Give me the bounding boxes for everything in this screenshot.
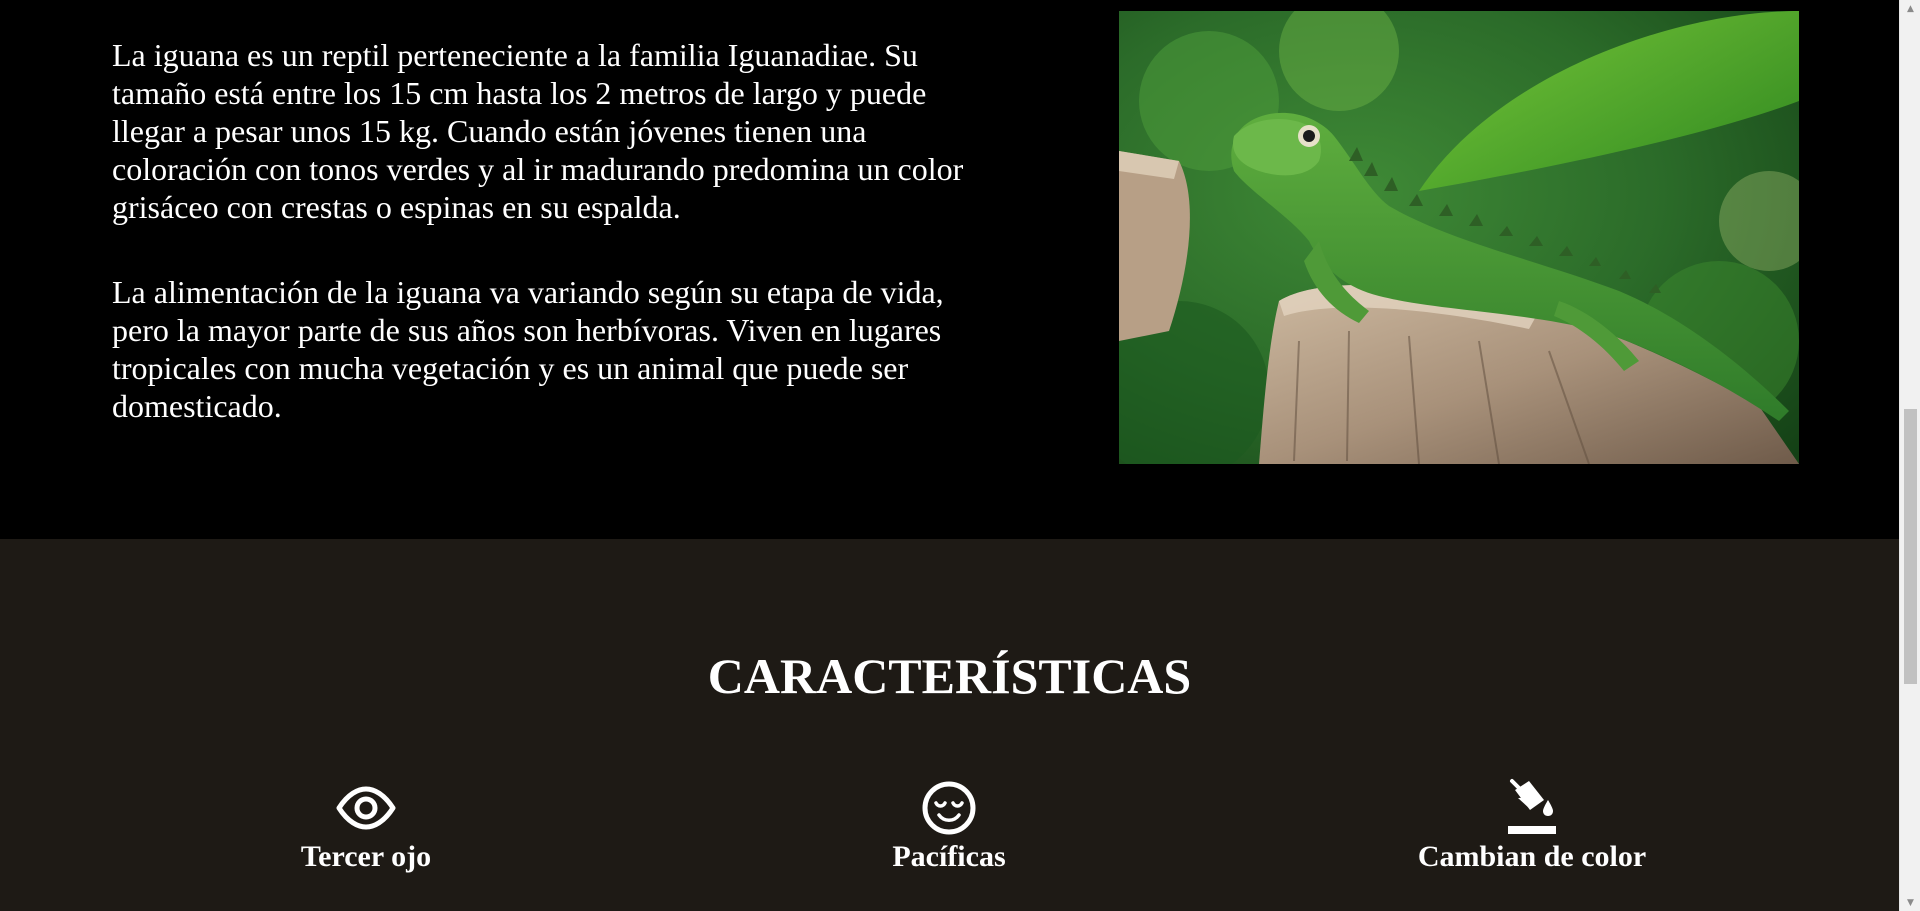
features-title: CARACTERÍSTICAS: [707, 648, 1192, 704]
intro-text: La iguana es un reptil perteneciente a l…: [112, 36, 987, 472]
vertical-scrollbar[interactable]: ▲ ▼: [1899, 0, 1920, 911]
feature-label: Cambian de color: [1417, 840, 1647, 873]
intro-paragraph-2: La alimentación de la iguana va variando…: [112, 274, 944, 424]
eye-icon: [336, 786, 396, 830]
paint-bucket-icon: [1508, 779, 1556, 834]
iguana-photo-illustration: [1119, 11, 1799, 464]
page: La iguana es un reptil perteneciente a l…: [0, 0, 1920, 911]
page-viewport: La iguana es un reptil perteneciente a l…: [0, 0, 1899, 911]
intro-paragraph-1: La iguana es un reptil perteneciente a l…: [112, 37, 964, 225]
feature-label: Pacíficas: [892, 840, 1006, 873]
feature-label: Tercer ojo: [300, 840, 432, 873]
intro-section: La iguana es un reptil perteneciente a l…: [0, 0, 1899, 539]
features-section: CARACTERÍSTICAS Tercer ojo Pacíficas Cam…: [0, 539, 1899, 911]
feature-tercer-ojo: Tercer ojo: [166, 778, 566, 874]
relaxed-face-icon: [922, 781, 976, 835]
scroll-down-arrow-icon[interactable]: ▼: [1900, 894, 1920, 911]
scroll-up-arrow-icon[interactable]: ▲: [1900, 0, 1920, 17]
feature-cambian-de-color: Cambian de color: [1332, 778, 1732, 874]
feature-pacificas: Pacíficas: [749, 778, 1149, 874]
scrollbar-thumb[interactable]: [1904, 409, 1917, 684]
iguana-photo: [1119, 11, 1799, 464]
